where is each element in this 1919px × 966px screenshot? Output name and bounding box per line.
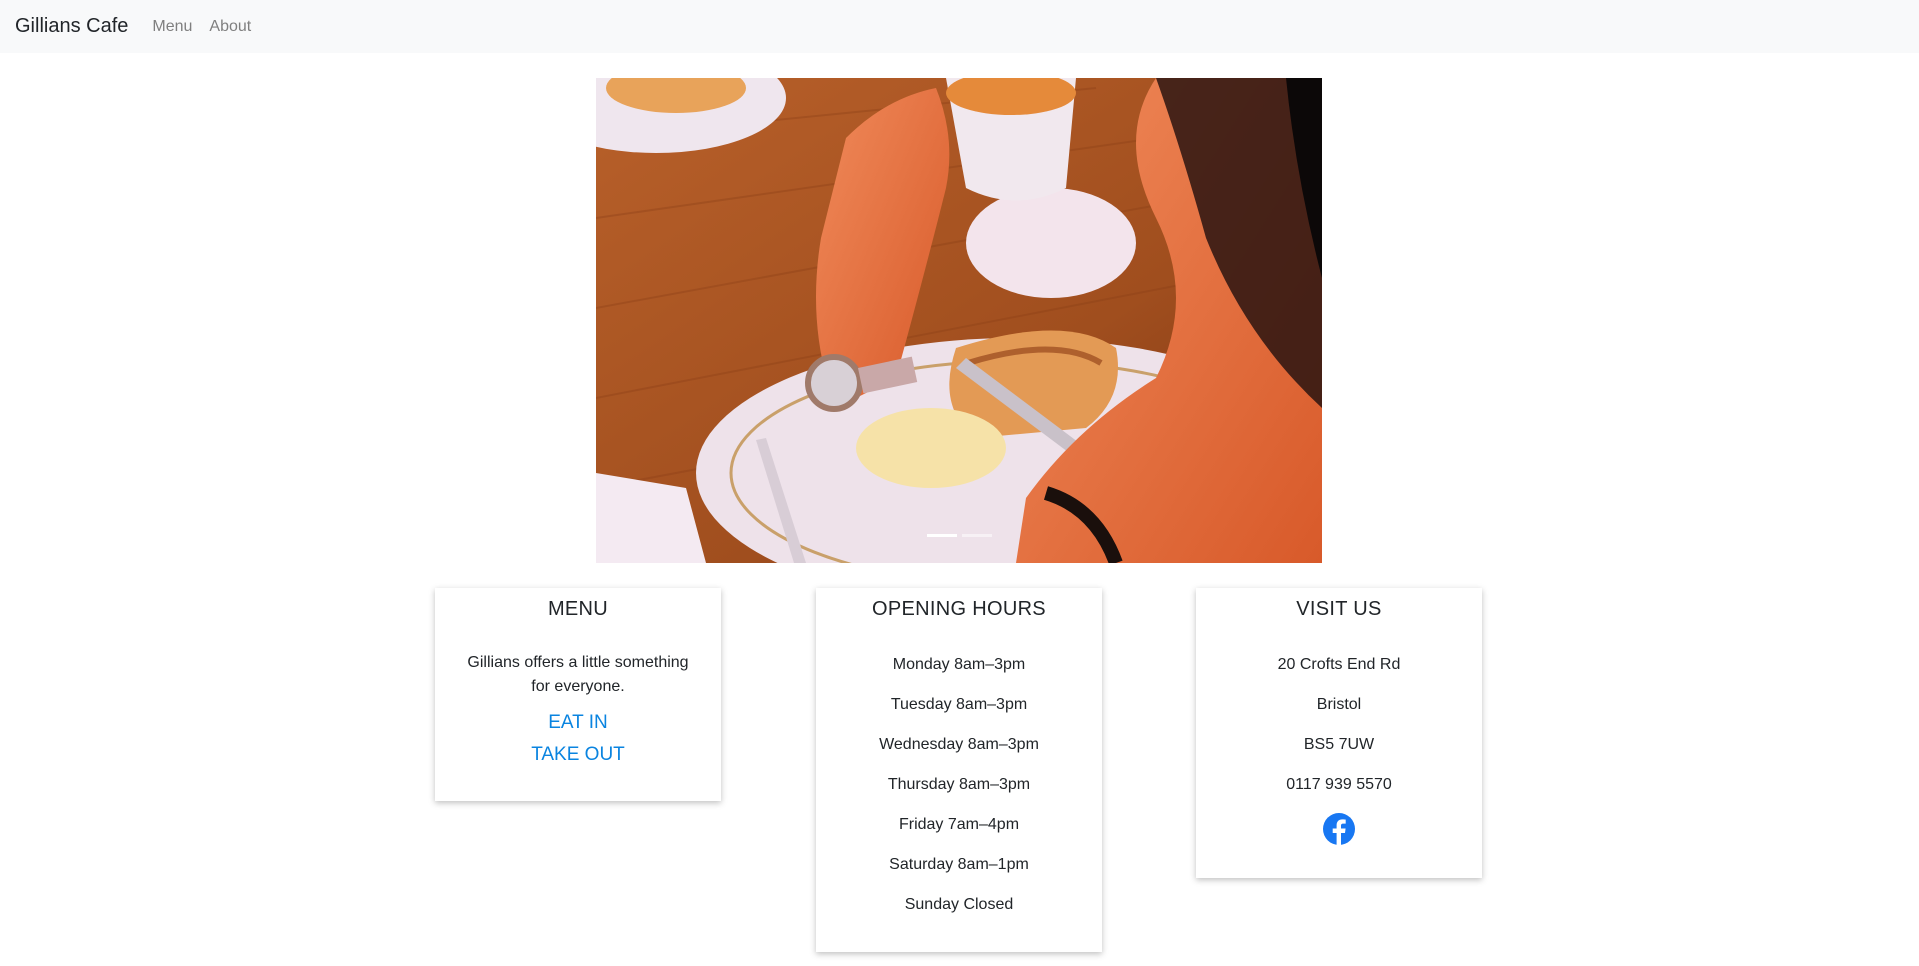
hours-wednesday: Wednesday 8am–3pm — [879, 736, 1039, 753]
hours-friday: Friday 7am–4pm — [898, 816, 1020, 833]
hero-carousel[interactable] — [596, 78, 1322, 563]
visit-us-card: VISIT US 20 Crofts End Rd Bristol BS5 7U… — [1196, 588, 1482, 878]
address-list: 20 Crofts End Rd Bristol BS5 7UW 0117 93… — [1196, 653, 1482, 813]
phone-number: 0117 939 5570 — [1286, 776, 1392, 793]
opening-hours-card: OPENING HOURS Monday 8am–3pm Tuesday 8am… — [816, 588, 1102, 952]
menu-card-text: Gillians offers a little something for e… — [467, 654, 689, 695]
hours-tuesday: Tuesday 8am–3pm — [890, 696, 1028, 713]
nav-link-menu[interactable]: Menu — [152, 18, 192, 36]
opening-hours-list: Monday 8am–3pm Tuesday 8am–3pm Wednesday… — [816, 653, 1102, 933]
carousel-indicator-2[interactable] — [961, 534, 992, 537]
hours-sunday: Sunday Closed — [904, 896, 1014, 913]
carousel-indicator-1[interactable] — [926, 534, 957, 537]
visit-us-title: VISIT US — [1296, 598, 1382, 620]
hours-thursday: Thursday 8am–3pm — [887, 776, 1031, 793]
menu-card: MENU Gillians offers a little something … — [435, 588, 721, 801]
carousel-indicators — [596, 534, 1322, 537]
hours-monday: Monday 8am–3pm — [892, 656, 1026, 673]
take-out-link[interactable]: TAKE OUT — [435, 739, 721, 771]
navbar: Gillians Cafe Menu About — [0, 0, 1919, 53]
brand-link[interactable]: Gillians Cafe — [15, 15, 128, 38]
address-street: 20 Crofts End Rd — [1277, 656, 1401, 673]
hero-photo — [596, 78, 1322, 563]
facebook-icon[interactable] — [1323, 813, 1355, 845]
address-postcode: BS5 7UW — [1303, 736, 1375, 753]
opening-hours-title: OPENING HOURS — [872, 598, 1046, 620]
nav-link-about[interactable]: About — [209, 18, 251, 36]
menu-card-title: MENU — [547, 598, 609, 620]
eat-in-link[interactable]: EAT IN — [435, 707, 721, 739]
hours-saturday: Saturday 8am–1pm — [889, 856, 1029, 873]
address-city: Bristol — [1316, 696, 1362, 713]
